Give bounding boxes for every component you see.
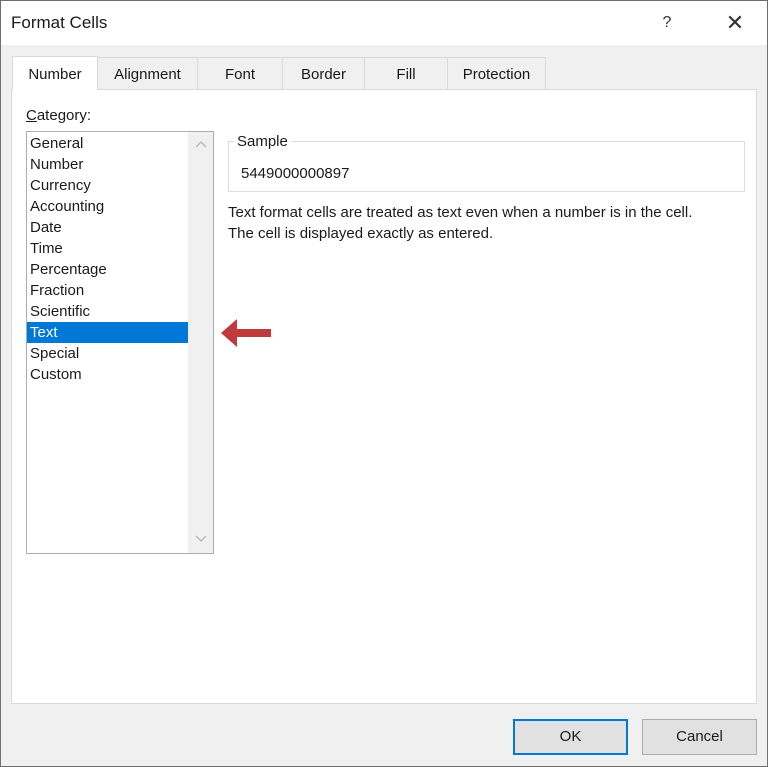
ok-button[interactable]: OK bbox=[513, 719, 628, 755]
chevron-up-icon bbox=[195, 141, 206, 148]
category-item-time[interactable]: Time bbox=[27, 238, 188, 259]
description-line-2: The cell is displayed exactly as entered… bbox=[228, 225, 494, 242]
category-label-text: ategory: bbox=[36, 107, 92, 124]
category-scrollbar[interactable] bbox=[188, 132, 213, 553]
tab-protection[interactable]: Protection bbox=[447, 57, 546, 90]
arrow-left-icon bbox=[221, 319, 271, 347]
description-line-1: Text format cells are treated as text ev… bbox=[228, 204, 693, 221]
dialog-title: Format Cells bbox=[11, 13, 108, 32]
chevron-down-icon bbox=[195, 535, 206, 542]
category-item-text[interactable]: Text bbox=[27, 322, 188, 343]
close-button[interactable]: ✕ bbox=[715, 7, 755, 39]
sample-value: 5449000000897 bbox=[241, 165, 350, 182]
category-item-general[interactable]: General bbox=[27, 133, 188, 154]
sample-legend: Sample bbox=[234, 133, 291, 150]
category-list: General Number Currency Accounting Date … bbox=[27, 133, 188, 385]
cancel-button[interactable]: Cancel bbox=[642, 719, 757, 755]
category-item-scientific[interactable]: Scientific bbox=[27, 301, 188, 322]
help-button[interactable]: ? bbox=[651, 7, 683, 39]
tab-fill[interactable]: Fill bbox=[364, 57, 448, 90]
format-cells-dialog: Format Cells ? ✕ Number Alignment Font B… bbox=[0, 0, 768, 767]
category-item-date[interactable]: Date bbox=[27, 217, 188, 238]
tab-border[interactable]: Border bbox=[282, 57, 365, 90]
category-accesskey: C bbox=[26, 107, 37, 124]
category-item-number[interactable]: Number bbox=[27, 154, 188, 175]
tab-number[interactable]: Number bbox=[12, 56, 98, 90]
scroll-up-button[interactable] bbox=[188, 135, 213, 155]
tab-alignment[interactable]: Alignment bbox=[97, 57, 198, 90]
number-tab-panel: Category: General Number Currency Accoun… bbox=[11, 89, 757, 704]
category-listbox[interactable]: General Number Currency Accounting Date … bbox=[26, 131, 214, 554]
close-icon: ✕ bbox=[725, 10, 745, 35]
format-description: Text format cells are treated as text ev… bbox=[228, 202, 692, 244]
category-label: Category: bbox=[26, 107, 91, 124]
category-item-special[interactable]: Special bbox=[27, 343, 188, 364]
scroll-down-button[interactable] bbox=[188, 530, 213, 550]
tab-font[interactable]: Font bbox=[197, 57, 283, 90]
category-item-custom[interactable]: Custom bbox=[27, 364, 188, 385]
category-item-currency[interactable]: Currency bbox=[27, 175, 188, 196]
category-item-accounting[interactable]: Accounting bbox=[27, 196, 188, 217]
category-item-percentage[interactable]: Percentage bbox=[27, 259, 188, 280]
title-bar: Format Cells ? ✕ bbox=[1, 1, 767, 45]
category-item-fraction[interactable]: Fraction bbox=[27, 280, 188, 301]
